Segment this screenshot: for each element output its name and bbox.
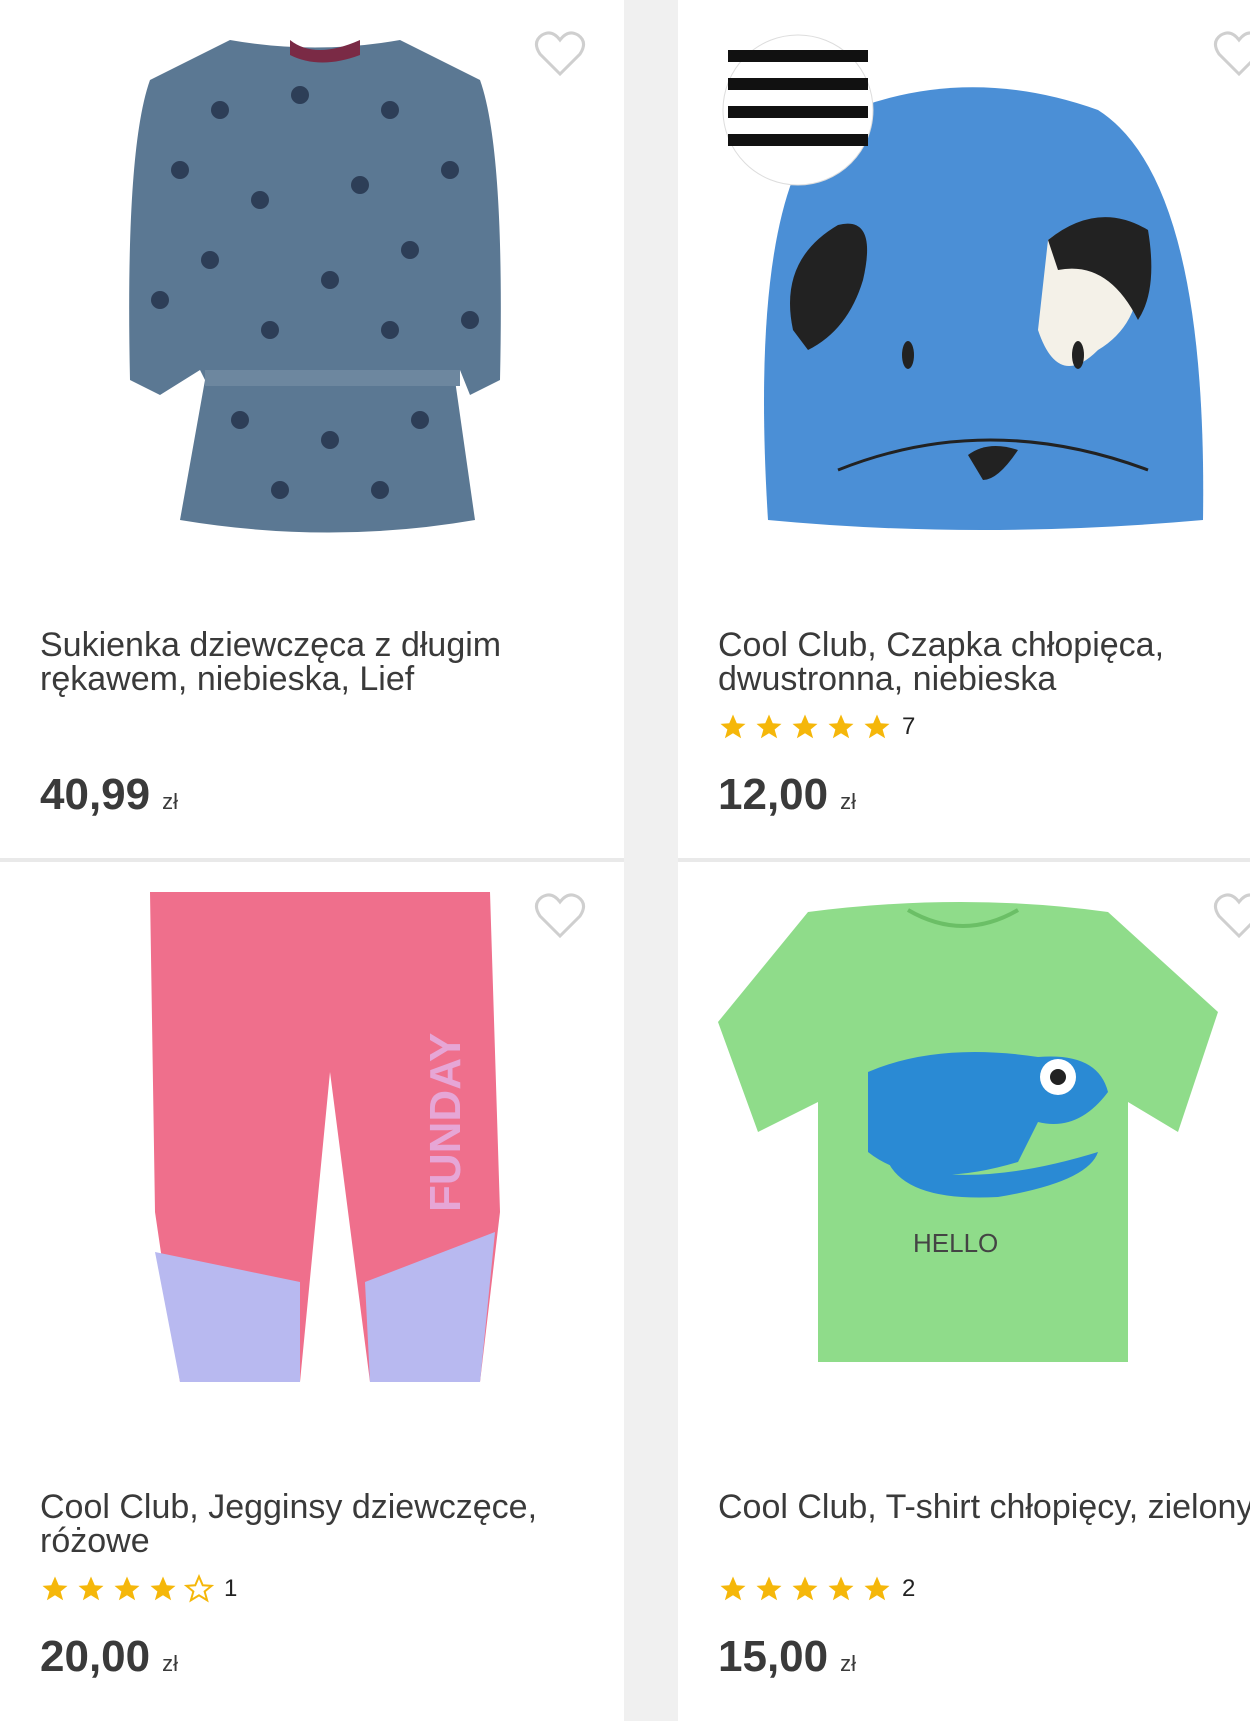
price-currency: zł [840,789,856,814]
favorite-heart-icon[interactable] [1213,30,1250,78]
svg-text:HELLO: HELLO [913,1228,998,1258]
star-empty-icon [184,1574,214,1603]
svg-text:FUNDAY: FUNDAY [421,1033,470,1212]
product-price: 40,99 zł [40,770,178,820]
rating-stars: 2 [718,1572,915,1606]
product-card[interactable]: FUNDAY Cool Club, Jegginsy dziewczęce, r… [0,862,624,1721]
star-filled-icon [828,1576,854,1601]
star-filled-icon [792,714,818,739]
product-title[interactable]: Cool Club, Czapka chłopięca, dwustronna,… [718,628,1250,696]
star-filled-icon [792,1576,818,1601]
review-count: 1 [224,1575,238,1602]
price-currency: zł [840,1651,856,1676]
rating-stars: 7 [718,710,915,744]
star-filled-icon [864,1576,890,1601]
product-image[interactable]: FUNDAY [0,862,624,1422]
review-count: 7 [902,713,916,740]
product-price: 20,00 zł [40,1632,178,1682]
price-amount: 15,00 [718,1632,829,1681]
price-amount: 12,00 [718,770,829,819]
price-amount: 40,99 [40,770,151,819]
star-filled-icon [756,714,782,739]
product-image[interactable] [0,0,624,560]
review-count: 2 [902,1575,916,1602]
star-filled-icon [150,1576,176,1601]
star-filled-icon [756,1576,782,1601]
product-price: 12,00 zł [718,770,856,820]
product-title[interactable]: Cool Club, T-shirt chłopięcy, zielony [718,1490,1250,1524]
price-currency: zł [162,1651,178,1676]
favorite-heart-icon[interactable] [534,30,586,78]
star-filled-icon [720,714,746,739]
price-currency: zł [162,789,178,814]
star-filled-icon [720,1576,746,1601]
rating-stars: 1 [40,1572,237,1606]
price-amount: 20,00 [40,1632,151,1681]
product-card[interactable]: HELLO Cool Club, T-shirt chłopięcy, ziel… [678,862,1250,1721]
star-filled-icon [114,1576,140,1601]
product-price: 15,00 zł [718,1632,856,1682]
grid-gutter [624,0,678,1721]
product-title[interactable]: Sukienka dziewczęca z długim rękawem, ni… [40,628,580,696]
product-image[interactable] [678,0,1250,560]
star-filled-icon [828,714,854,739]
product-title[interactable]: Cool Club, Jegginsy dziewczęce, różowe [40,1490,580,1558]
product-card[interactable]: Sukienka dziewczęca z długim rękawem, ni… [0,0,624,858]
star-filled-icon [864,714,890,739]
favorite-heart-icon[interactable] [1213,892,1250,940]
product-image[interactable]: HELLO [678,862,1250,1422]
favorite-heart-icon[interactable] [534,892,586,940]
star-filled-icon [42,1576,68,1601]
star-filled-icon [78,1576,104,1601]
product-card[interactable]: Cool Club, Czapka chłopięca, dwustronna,… [678,0,1250,858]
